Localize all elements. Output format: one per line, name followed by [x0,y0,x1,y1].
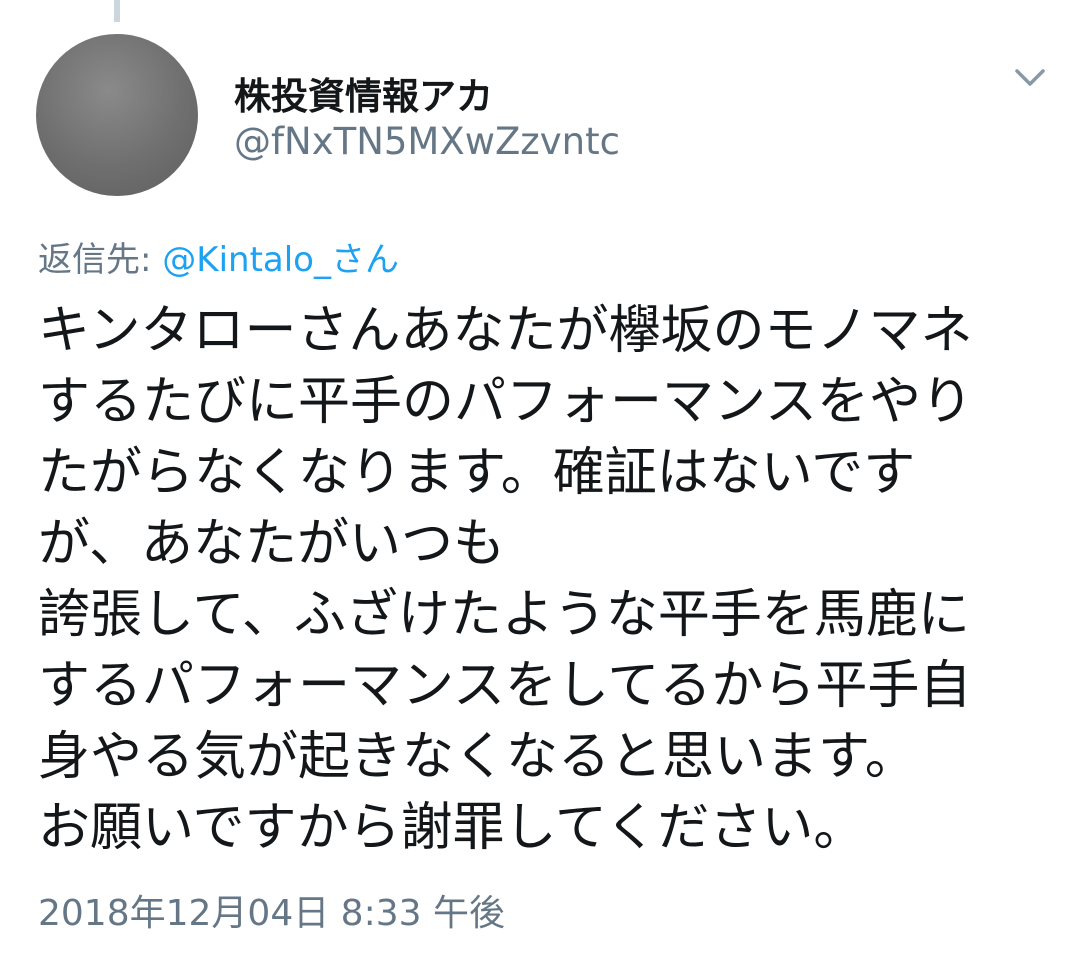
tweet-menu-button[interactable] [1012,62,1048,92]
thread-connector-line [114,0,120,22]
tweet-timestamp[interactable]: 2018年12月04日 8:33 午後 [38,884,505,936]
reply-mention-link[interactable]: @Kintalo_さん [162,240,399,280]
chevron-down-icon [1015,69,1045,86]
avatar[interactable] [36,34,198,196]
reply-prefix: 返信先: [38,240,152,280]
reply-context: 返信先: @Kintalo_さん [38,232,399,281]
tweet-text: キンタローさんあなたが欅坂のモノマネ するたびに平手のパフォーマンスをやり たが… [38,301,973,858]
user-handle[interactable]: @fNxTN5MXwZzvntc [234,120,620,163]
display-name[interactable]: 株投資情報アカ [234,66,493,120]
